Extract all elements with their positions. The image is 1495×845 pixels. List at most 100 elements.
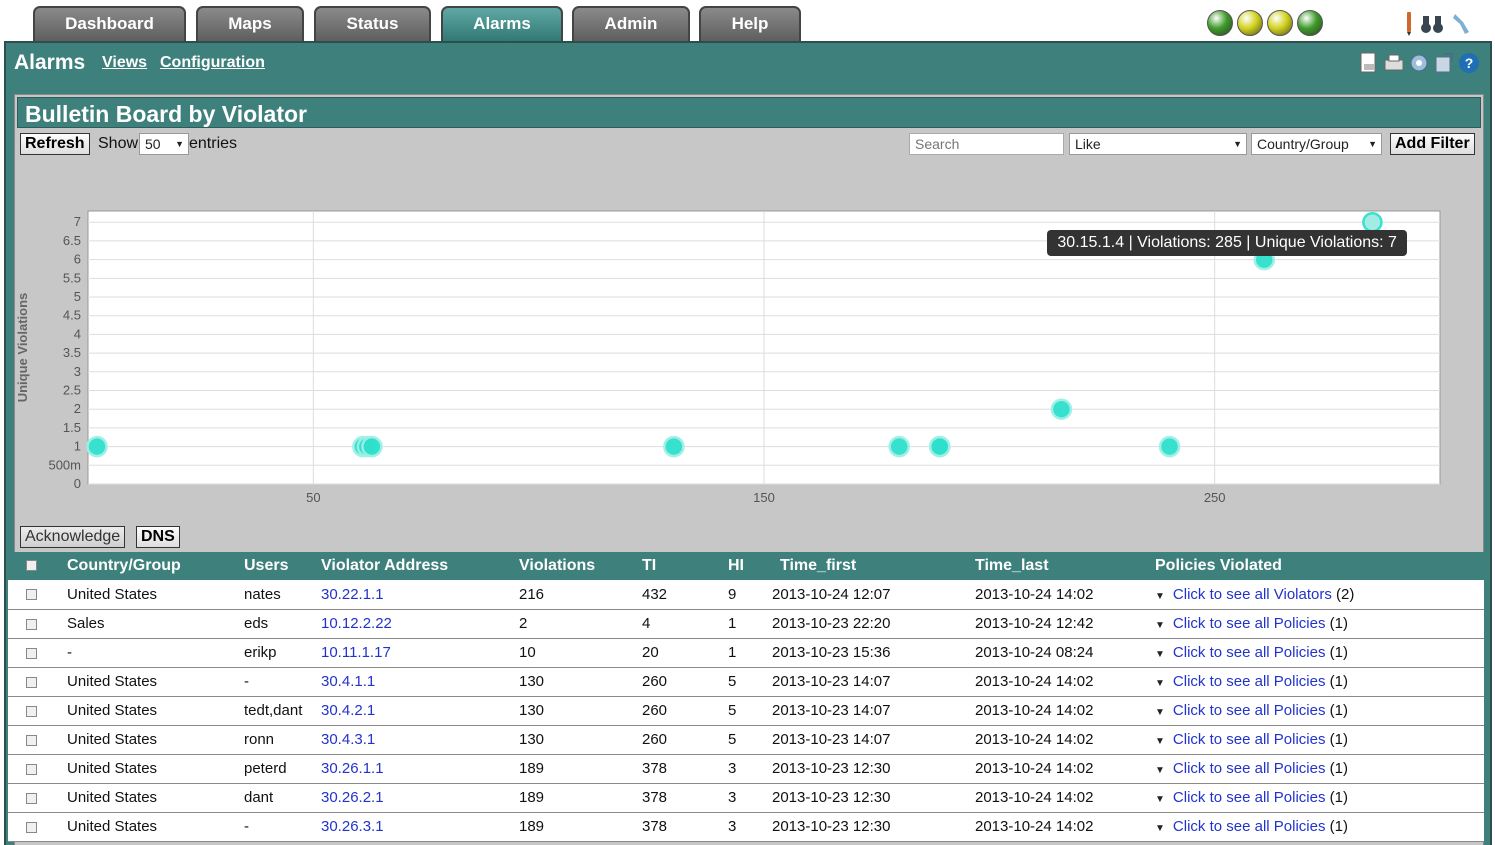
caret-down-icon[interactable]: ▼	[1155, 736, 1165, 747]
caret-down-icon[interactable]: ▼	[1155, 707, 1165, 718]
policies-link[interactable]: Click to see all Policies	[1173, 673, 1326, 690]
column-header-ti[interactable]: TI	[642, 552, 728, 580]
configuration-link[interactable]: Configuration	[160, 54, 265, 72]
add-filter-button[interactable]: Add Filter	[1390, 133, 1475, 155]
cell-violator-address: 10.11.1.17	[321, 638, 519, 668]
binoculars-icon[interactable]	[1419, 10, 1445, 36]
export-pdf-icon[interactable]	[1358, 51, 1380, 75]
column-header-policies-violated[interactable]: Policies Violated	[1155, 552, 1484, 580]
tab-help[interactable]: Help	[699, 6, 801, 42]
row-checkbox[interactable]	[26, 821, 37, 833]
cell-ti: 432	[642, 580, 728, 610]
export-icon[interactable]	[1433, 51, 1455, 75]
status-light-yellow-icon[interactable]	[1267, 10, 1293, 36]
cell-time-last: 2013-10-24 14:02	[967, 667, 1155, 697]
settings-gear-icon[interactable]	[1408, 51, 1430, 75]
policies-link[interactable]: Click to see all Violators	[1173, 586, 1332, 603]
column-header-time-last[interactable]: Time_last	[967, 552, 1155, 580]
cell-time-last: 2013-10-24 08:24	[967, 638, 1155, 668]
tab-status[interactable]: Status	[314, 6, 431, 42]
violator-address-link[interactable]: 30.26.2.1	[321, 789, 384, 806]
violator-address-link[interactable]: 10.12.2.22	[321, 615, 392, 632]
show-label: Show	[98, 135, 139, 152]
row-checkbox[interactable]	[26, 763, 37, 775]
field-select[interactable]: Country/Group ▼	[1251, 133, 1382, 155]
search-input[interactable]	[909, 133, 1064, 155]
caret-down-icon[interactable]: ▼	[1155, 591, 1165, 602]
refresh-button[interactable]: Refresh	[20, 133, 90, 155]
entries-select[interactable]: 50 ▼	[139, 133, 189, 155]
row-checkbox[interactable]	[26, 734, 37, 746]
acknowledge-button[interactable]: Acknowledge	[20, 526, 126, 548]
chart-tooltip: 30.15.1.4 | Violations: 285 | Unique Vio…	[1047, 230, 1407, 257]
table-row[interactable]: Sales eds 10.12.2.22 2 4 1 2013-10-23 22:20 201…	[8, 609, 1484, 639]
table-row[interactable]: United States nates 30.22.1.1 216 432 9 2013-1…	[8, 580, 1484, 610]
status-light-green-icon[interactable]	[1207, 10, 1233, 36]
policies-count: (1)	[1329, 760, 1348, 777]
violator-address-link[interactable]: 30.4.3.1	[321, 731, 375, 748]
violator-address-link[interactable]: 30.26.3.1	[321, 818, 384, 835]
violator-address-link[interactable]: 30.26.1.1	[321, 760, 384, 777]
pencil-icon[interactable]	[1405, 10, 1413, 36]
status-light-yellow-icon[interactable]	[1237, 10, 1263, 36]
tab-dashboard[interactable]: Dashboard	[33, 6, 186, 42]
app-root: Dashboard Maps Status Alarms Admin Help …	[0, 0, 1495, 845]
column-header-users[interactable]: Users	[244, 552, 321, 580]
select-all-checkbox[interactable]	[26, 560, 37, 572]
y-tick-label: 1	[74, 439, 81, 454]
table-row[interactable]: - erikp 10.11.1.17 10 20 1 2013-10-23 15:36 201…	[8, 638, 1484, 668]
tab-alarms[interactable]: Alarms	[441, 6, 563, 43]
panel-title: Bulletin Board by Violator	[25, 101, 307, 127]
policies-link[interactable]: Click to see all Policies	[1173, 789, 1326, 806]
caret-down-icon[interactable]: ▼	[1155, 620, 1165, 631]
violator-address-link[interactable]: 30.22.1.1	[321, 586, 384, 603]
caret-down-icon[interactable]: ▼	[1155, 678, 1165, 689]
policies-link[interactable]: Click to see all Policies	[1173, 644, 1326, 661]
column-header-hi[interactable]: HI	[728, 552, 772, 580]
caret-down-icon[interactable]: ▼	[1155, 794, 1165, 805]
policies-link[interactable]: Click to see all Policies	[1173, 818, 1326, 835]
column-header-violator-address[interactable]: Violator Address	[321, 552, 519, 580]
data-point	[86, 435, 108, 458]
help-icon[interactable]: ?	[1458, 51, 1480, 75]
caret-down-icon[interactable]: ▼	[1155, 649, 1165, 660]
policies-link[interactable]: Click to see all Policies	[1173, 702, 1326, 719]
row-checkbox[interactable]	[26, 589, 37, 601]
row-checkbox[interactable]	[26, 705, 37, 717]
column-header-time-first[interactable]: Time_first	[772, 552, 967, 580]
table-row[interactable]: United States dant 30.26.2.1 189 378 3 2013-10…	[8, 783, 1484, 813]
cell-time-first: 2013-10-23 12:30	[772, 783, 967, 813]
row-checkbox[interactable]	[26, 676, 37, 688]
tab-admin[interactable]: Admin	[572, 6, 690, 42]
violator-address-link[interactable]: 10.11.1.17	[321, 644, 391, 661]
cell-country-group: United States	[67, 580, 244, 610]
caret-down-icon[interactable]: ▼	[1155, 765, 1165, 776]
views-link[interactable]: Views	[102, 54, 147, 72]
policies-link[interactable]: Click to see all Policies	[1173, 731, 1326, 748]
status-light-green-icon[interactable]	[1297, 10, 1323, 36]
column-header-country-group[interactable]: Country/Group	[67, 552, 244, 580]
dns-button[interactable]: DNS	[136, 526, 180, 548]
policies-count: (1)	[1329, 731, 1348, 748]
table-row[interactable]: United States peterd 30.26.1.1 189 378 3 2013-…	[8, 754, 1484, 784]
row-checkbox[interactable]	[26, 647, 37, 659]
row-checkbox[interactable]	[26, 792, 37, 804]
table-row[interactable]: United States tedt,dant 30.4.2.1 130 260 5 201…	[8, 696, 1484, 726]
operator-select[interactable]: Like ▼	[1069, 133, 1247, 155]
cell-policies-violated: ▼ Click to see all Policies (1)	[1155, 667, 1484, 697]
table-row[interactable]: United States -30.26.3.1 189 378 3 2013-10-23…	[8, 812, 1484, 842]
policies-link[interactable]: Click to see all Policies	[1173, 760, 1326, 777]
policies-link[interactable]: Click to see all Policies	[1173, 615, 1326, 632]
violator-address-link[interactable]: 30.4.1.1	[321, 673, 375, 690]
table-row[interactable]: United States -30.4.1.1 130 260 5 2013-10-23 …	[8, 667, 1484, 697]
tab-maps[interactable]: Maps	[196, 6, 304, 42]
row-checkbox[interactable]	[26, 618, 37, 630]
column-header-violations[interactable]: Violations	[519, 552, 642, 580]
caret-down-icon[interactable]: ▼	[1155, 823, 1165, 834]
wrench-icon[interactable]	[1451, 10, 1473, 36]
violator-address-link[interactable]: 30.4.2.1	[321, 702, 375, 719]
violator-scatter-chart: 0500m11.522.533.544.555.566.5750150250Vi…	[15, 155, 1485, 534]
cell-ti: 378	[642, 754, 728, 784]
table-row[interactable]: United States ronn 30.4.3.1 130 260 5 2013-10-…	[8, 725, 1484, 755]
printer-icon[interactable]	[1383, 51, 1405, 75]
